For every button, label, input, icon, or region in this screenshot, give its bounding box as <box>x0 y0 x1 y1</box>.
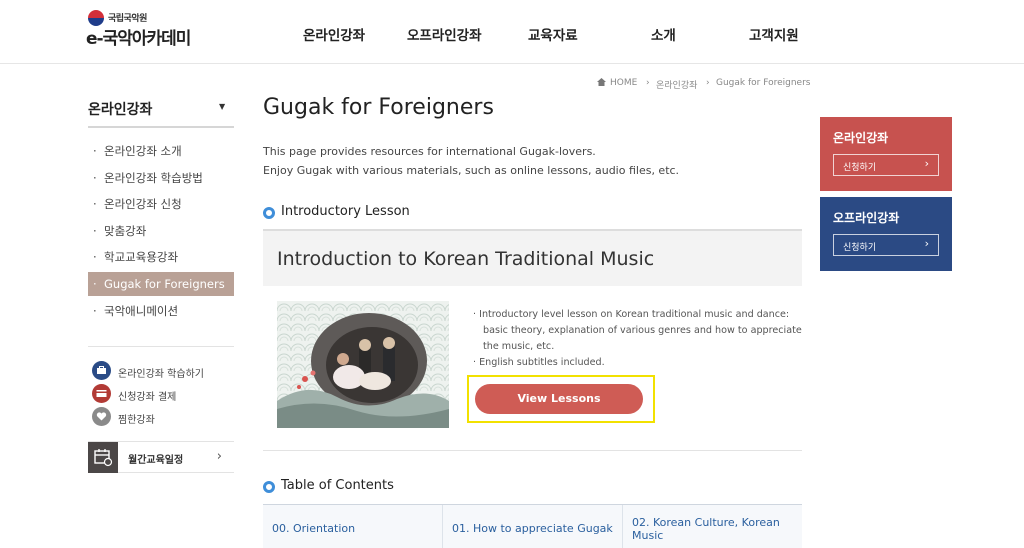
lesson-bullet-1: · Introductory level lesson on Korean tr… <box>473 309 790 320</box>
breadcrumb-level1[interactable]: 온라인강좌 <box>656 78 697 91</box>
credit-card-icon <box>92 384 111 403</box>
sidebar-item-apply[interactable]: · 온라인강좌 신청 <box>88 192 234 216</box>
breadcrumb-level2: Gugak for Foreigners <box>716 78 811 88</box>
sidebar-item-intro[interactable]: · 온라인강좌 소개 <box>88 139 234 163</box>
lesson-bullet-2: · English subtitles included. <box>473 357 605 368</box>
sidebar-item-custom[interactable]: · 맞춤강좌 <box>88 219 234 243</box>
toc-table: 00. Orientation 01. How to appreciate Gu… <box>263 504 802 548</box>
sidebar-item-howto[interactable]: · 온라인강좌 학습방법 <box>88 166 234 190</box>
bullet-ring-icon <box>263 207 275 219</box>
offline-apply-button[interactable]: 신청하기 › <box>833 234 939 256</box>
nav-about[interactable]: 소개 <box>651 24 676 44</box>
view-lessons-button[interactable]: View Lessons <box>475 384 643 414</box>
online-courses-box: 온라인강좌 신청하기 › <box>820 117 952 191</box>
toc-item-orientation[interactable]: 00. Orientation <box>263 505 443 548</box>
sidebar-separator <box>88 346 234 347</box>
nav-offline-courses[interactable]: 오프라인강좌 <box>407 24 482 44</box>
intro-text-line2: Enjoy Gugak with various materials, such… <box>263 164 680 177</box>
content-divider <box>263 450 802 451</box>
lesson-title: Introduction to Korean Traditional Music <box>277 248 655 270</box>
site-logo[interactable]: 국립국악원 e-국악아카데미 <box>86 8 196 49</box>
chevron-right-icon: › <box>924 237 929 250</box>
online-apply-button[interactable]: 신청하기 › <box>833 154 939 176</box>
quick-link-study[interactable]: 온라인강좌 학습하기 <box>92 361 232 381</box>
sidebar-item-animation[interactable]: · 국악애니메이션 <box>88 299 234 323</box>
logo-title: e-국악아카데미 <box>86 29 191 49</box>
site-header: 국립국악원 e-국악아카데미 온라인강좌 오프라인강좌 교육자료 소개 고객지원 <box>0 0 1024 64</box>
sidebar-item-foreigners[interactable]: · Gugak for Foreigners <box>88 272 234 296</box>
monthly-schedule-label: 월간교육일정 <box>128 455 184 466</box>
toc-item-appreciate[interactable]: 01. How to appreciate Gugak <box>443 505 623 548</box>
nav-online-courses[interactable]: 온라인강좌 <box>303 24 365 44</box>
bullet-ring-icon <box>263 481 275 493</box>
lesson-thumbnail-image[interactable] <box>277 301 449 428</box>
logo-subtitle: 국립국악원 <box>108 14 147 24</box>
toc-item-culture[interactable]: 02. Korean Culture, Korean Music <box>623 505 802 548</box>
calendar-icon <box>88 442 118 473</box>
offline-courses-box: 오프라인강좌 신청하기 › <box>820 197 952 271</box>
caret-down-icon[interactable]: ▼ <box>219 102 225 111</box>
heart-icon <box>92 407 111 426</box>
sidebar-title: 온라인강좌 <box>88 102 153 118</box>
briefcase-icon <box>92 361 111 380</box>
sidebar-divider <box>88 126 234 128</box>
breadcrumb-home[interactable]: HOME <box>610 78 637 88</box>
intro-text-line1: This page provides resources for interna… <box>263 145 596 158</box>
online-courses-title: 온라인강좌 <box>833 131 889 145</box>
lesson-bullet-1-line2: basic theory, explanation of various gen… <box>483 325 802 336</box>
page-title: Gugak for Foreigners <box>263 95 494 120</box>
quick-link-wishlist[interactable]: 찜한강좌 <box>92 407 232 427</box>
nav-materials[interactable]: 교육자료 <box>528 24 578 44</box>
monthly-schedule-link[interactable]: 월간교육일정 › <box>88 441 234 473</box>
offline-courses-title: 오프라인강좌 <box>833 211 900 225</box>
sidebar-item-school[interactable]: · 학교교육용강좌 <box>88 245 234 269</box>
lesson-bullet-1-line3: the music, etc. <box>483 341 555 352</box>
chevron-right-icon: › <box>924 157 929 170</box>
lesson-title-box: Introduction to Korean Traditional Music <box>263 229 802 286</box>
breadcrumb-separator-icon: › <box>706 78 710 88</box>
nav-support[interactable]: 고객지원 <box>749 24 799 44</box>
chevron-right-icon: › <box>216 449 222 464</box>
quick-link-payment[interactable]: 신청강좌 결제 <box>92 384 232 404</box>
breadcrumb-separator-icon: › <box>646 78 650 88</box>
home-icon[interactable] <box>597 78 606 89</box>
